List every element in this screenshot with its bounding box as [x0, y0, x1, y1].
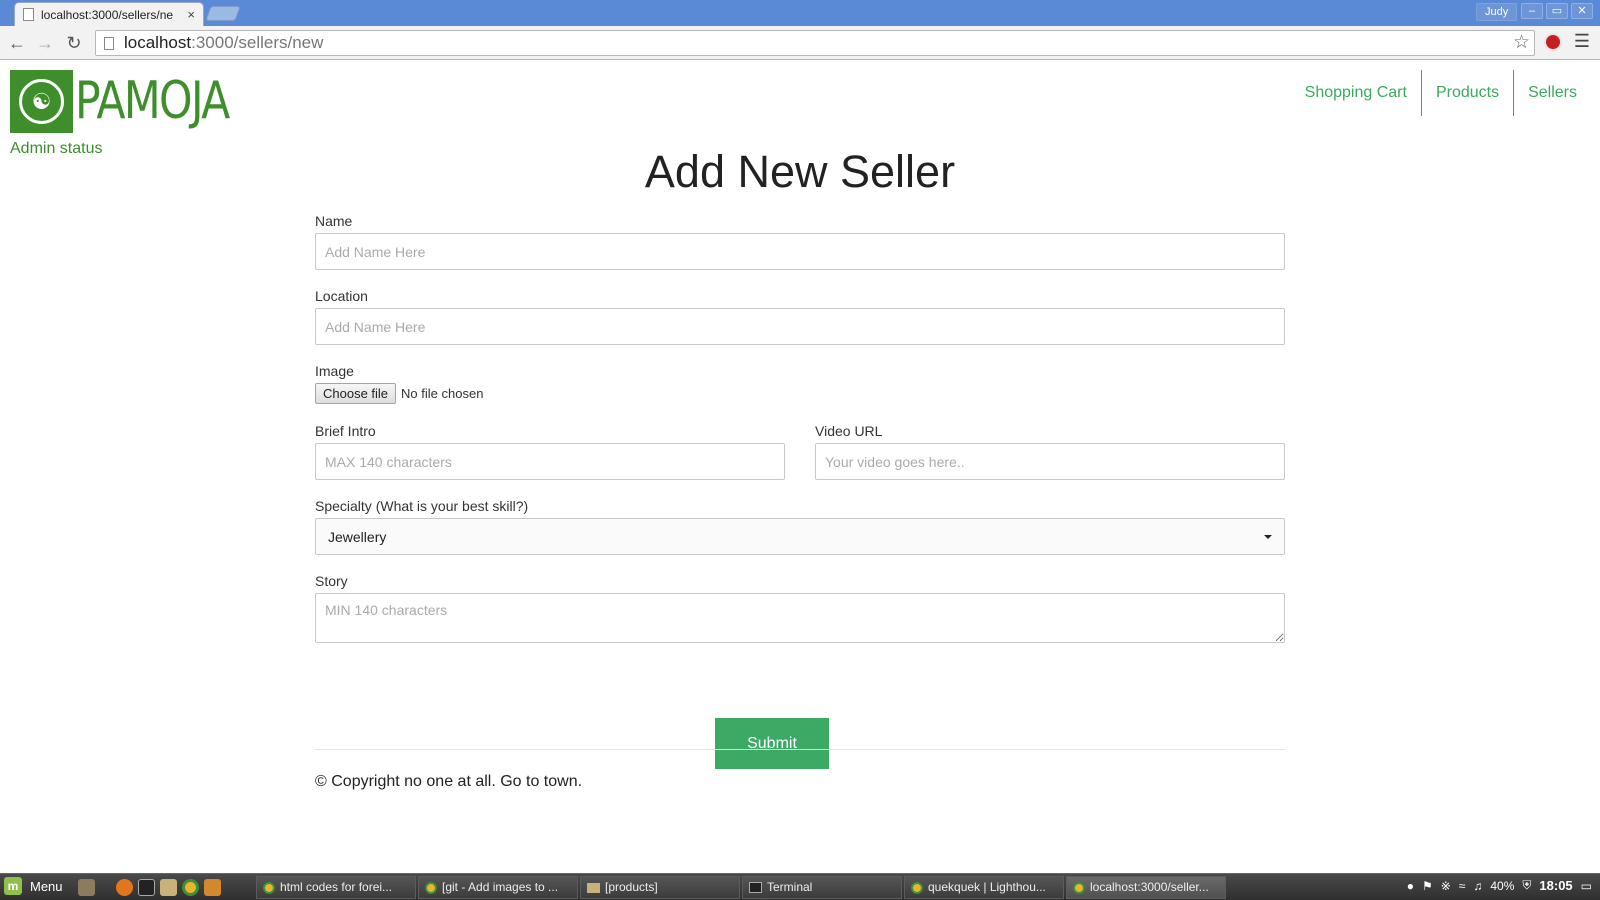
image-label: Image	[315, 363, 354, 379]
files-icon[interactable]	[160, 879, 177, 896]
footer-copyright: © Copyright no one at all. Go to town.	[315, 773, 583, 790]
show-desktop-icon[interactable]	[78, 879, 95, 896]
task-label: Terminal	[767, 880, 813, 894]
choose-file-button[interactable]: Choose file	[315, 383, 397, 404]
video-url-label: Video URL	[815, 423, 883, 439]
story-label: Story	[315, 573, 348, 589]
close-window-button[interactable]: ✕	[1571, 3, 1593, 19]
site-logo[interactable]: ☯ PAMOJA	[10, 70, 262, 133]
tab-title: localhost:3000/sellers/ne	[41, 7, 174, 22]
page-content: ☯ PAMOJA Admin status Shopping Cart Prod…	[0, 61, 1600, 873]
taskbar-window-chrome-active[interactable]: localhost:3000/seller...	[1066, 876, 1226, 899]
extension-icon[interactable]	[1544, 33, 1562, 51]
profile-user-button[interactable]: Judy	[1476, 3, 1518, 21]
terminal-launcher-icon[interactable]	[138, 879, 155, 896]
volume-icon[interactable]: ♫	[1473, 879, 1482, 893]
user-icon[interactable]: ●	[1407, 879, 1414, 893]
restore-button[interactable]: ▭	[1546, 3, 1568, 19]
task-label: [git - Add images to ...	[442, 880, 559, 894]
taskbar-window-chrome-3[interactable]: quekquek | Lighthou...	[904, 876, 1064, 899]
chrome-icon	[263, 881, 275, 894]
task-label: quekquek | Lighthou...	[928, 880, 1046, 894]
page-icon	[104, 36, 114, 50]
footer-divider	[315, 749, 1285, 750]
url-path: :3000/sellers/new	[191, 33, 324, 52]
taskbar-window-terminal[interactable]: Terminal	[742, 876, 902, 899]
url-host: localhost	[124, 33, 192, 52]
video-url-input[interactable]	[815, 443, 1285, 480]
name-input[interactable]	[315, 233, 1285, 270]
task-label: localhost:3000/seller...	[1090, 880, 1209, 894]
terminal-icon	[749, 882, 762, 893]
mint-logo-icon: m	[4, 877, 22, 895]
wifi-icon[interactable]: ≈	[1459, 879, 1466, 893]
nav-shopping-cart[interactable]: Shopping Cart	[1291, 70, 1421, 116]
system-tray: ● ⚑ ※ ≈ ♫ 40% ⛨ 18:05 ▭	[1399, 878, 1592, 893]
add-seller-form: Name Location Image Choose file No file …	[315, 213, 1285, 769]
chrome-icon	[1073, 881, 1085, 894]
bluetooth-icon[interactable]: ※	[1441, 879, 1451, 893]
brief-intro-input[interactable]	[315, 443, 785, 480]
specialty-select[interactable]: Jewellery	[315, 518, 1285, 555]
new-tab-button[interactable]	[205, 6, 241, 21]
menu-label: Menu	[30, 878, 63, 894]
name-label: Name	[315, 213, 353, 229]
taskbar-window-chrome-1[interactable]: html codes for forei...	[256, 876, 416, 899]
file-status-text: No file chosen	[401, 386, 484, 401]
minimize-button[interactable]: –	[1521, 3, 1543, 19]
forward-arrow-icon[interactable]: →	[34, 32, 56, 54]
taskbar-window-files[interactable]: [products]	[580, 876, 740, 899]
folder-icon	[587, 882, 600, 893]
os-taskbar: m Menu html codes for forei... [git - Ad…	[0, 873, 1600, 900]
brief-intro-label: Brief Intro	[315, 423, 376, 439]
location-input[interactable]	[315, 308, 1285, 345]
close-tab-icon[interactable]: ×	[187, 7, 195, 22]
browser-toolbar: ← → ↻ localhost:3000/sellers/new ☆ ☰	[0, 26, 1600, 60]
firefox-icon[interactable]	[116, 879, 133, 896]
browser-menu-icon[interactable]: ☰	[1574, 31, 1590, 52]
submit-button[interactable]: Submit	[715, 718, 829, 769]
chrome-icon	[425, 881, 437, 894]
reload-icon[interactable]: ↻	[63, 32, 85, 54]
location-label: Location	[315, 288, 368, 304]
bookmark-star-icon[interactable]: ☆	[1513, 31, 1530, 54]
sublime-text-icon[interactable]	[204, 879, 221, 896]
page-icon	[23, 8, 34, 21]
browser-titlebar: localhost:3000/sellers/ne × Judy – ▭ ✕	[0, 0, 1600, 26]
browser-tab-active[interactable]: localhost:3000/sellers/ne ×	[14, 2, 204, 26]
chrome-icon[interactable]	[182, 879, 199, 896]
story-textarea[interactable]	[315, 593, 1285, 643]
image-file-input: Choose file No file chosen	[315, 383, 1285, 404]
chrome-icon	[911, 881, 923, 894]
dropdown-caret-icon	[1264, 534, 1272, 539]
shield-icon[interactable]: ⛨	[1522, 878, 1531, 893]
task-label: [products]	[605, 880, 658, 894]
back-arrow-icon[interactable]: ←	[6, 32, 28, 54]
show-desktop-tray-icon[interactable]: ▭	[1581, 879, 1592, 893]
top-navigation: Shopping Cart Products Sellers	[1291, 70, 1600, 116]
nav-products[interactable]: Products	[1420, 70, 1513, 116]
page-title: Add New Seller	[644, 146, 956, 197]
handshake-logo-icon: ☯	[10, 70, 73, 133]
specialty-selected-value: Jewellery	[328, 528, 387, 545]
specialty-label: Specialty (What is your best skill?)	[315, 498, 529, 514]
battery-indicator[interactable]: 40%	[1490, 879, 1514, 893]
taskbar-window-chrome-2[interactable]: [git - Add images to ...	[418, 876, 578, 899]
handshake-icon: ☯	[19, 79, 64, 124]
clock[interactable]: 18:05	[1539, 878, 1572, 893]
address-bar[interactable]: localhost:3000/sellers/new	[95, 30, 1535, 56]
us-flag-icon[interactable]: ⚑	[1422, 879, 1433, 893]
logo-text: PAMOJA	[75, 71, 230, 131]
task-label: html codes for forei...	[280, 880, 393, 894]
nav-sellers[interactable]: Sellers	[1513, 70, 1600, 116]
start-menu-button[interactable]: m Menu	[4, 877, 63, 895]
